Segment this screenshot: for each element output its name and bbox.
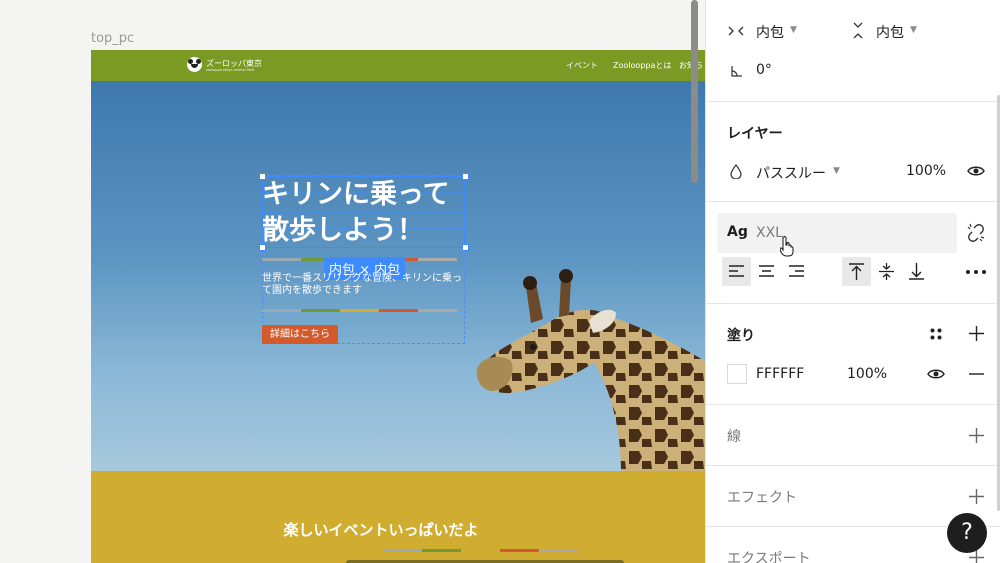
chevron-down-icon[interactable]: ▼ <box>910 25 917 35</box>
resize-handle-sw[interactable] <box>259 244 266 251</box>
align-right-icon <box>789 265 804 277</box>
add-stroke-icon[interactable] <box>969 428 984 443</box>
layer-opacity-input[interactable]: 100% <box>906 163 946 179</box>
resize-handle-nw[interactable] <box>259 173 266 180</box>
logo-subtitle: zooloppa tokyo animal field <box>206 68 255 72</box>
export-section-title[interactable]: エクスポート <box>727 548 811 563</box>
resize-handle-se[interactable] <box>462 244 469 251</box>
blend-mode-select[interactable]: パススルー <box>756 163 826 183</box>
design-frame[interactable]: ズーロッパ東京 zooloppa tokyo animal field イベント… <box>91 50 705 563</box>
site-header[interactable]: ズーロッパ東京 zooloppa tokyo animal field イベント… <box>91 50 705 81</box>
align-top-icon <box>849 263 864 280</box>
divider <box>706 404 1000 405</box>
chevron-down-icon[interactable]: ▼ <box>833 166 840 176</box>
height-hug-icon <box>853 22 863 39</box>
align-middle-icon <box>879 263 894 280</box>
hero-description[interactable]: 世界で一番スリリングな冒険、キリンに乗って園内を散歩できます <box>262 273 462 297</box>
canvas-scrollbar[interactable] <box>691 0 698 183</box>
rotation-icon <box>731 66 742 77</box>
align-left-icon <box>729 265 744 277</box>
chevron-down-icon[interactable]: ▼ <box>790 25 797 35</box>
events-section[interactable]: 楽しいイベントいっぱいだよ <box>91 471 705 563</box>
color-divider-bar <box>262 309 457 312</box>
align-center-icon <box>759 265 774 277</box>
text-style-name[interactable]: XXL <box>756 225 783 241</box>
width-mode-select[interactable]: 内包 <box>756 22 784 42</box>
divider <box>706 201 1000 202</box>
align-top-button[interactable] <box>842 257 871 286</box>
hand-cursor-icon <box>780 236 794 257</box>
resize-handle-ne[interactable] <box>462 173 469 180</box>
align-left-button[interactable] <box>722 257 751 286</box>
text-style-row[interactable]: Ag XXL <box>717 213 957 253</box>
fill-section-title: 塗り <box>727 328 755 344</box>
nav-item-about[interactable]: Zoolooppaとは <box>613 60 671 71</box>
text-selection-box[interactable] <box>262 176 465 248</box>
frame-label[interactable]: top_pc <box>91 31 134 46</box>
divider <box>706 101 1000 102</box>
align-bottom-icon <box>909 263 924 280</box>
align-middle-button[interactable] <box>872 257 901 286</box>
fill-color-swatch[interactable] <box>727 364 747 384</box>
more-options-icon[interactable] <box>966 270 986 274</box>
remove-fill-icon[interactable] <box>969 373 984 375</box>
eye-icon[interactable] <box>967 165 985 177</box>
stroke-section-title[interactable]: 線 <box>727 426 741 446</box>
events-section-title[interactable]: 楽しいイベントいっぱいだよ <box>91 519 671 540</box>
app-root: top_pc ズーロッパ東京 zooloppa tokyo animal fie… <box>0 0 1000 563</box>
help-button[interactable]: ? <box>947 513 987 553</box>
add-fill-icon[interactable] <box>969 326 984 341</box>
panda-logo-icon[interactable] <box>187 57 202 72</box>
details-button[interactable]: 詳細はこちら <box>262 325 338 344</box>
nav-item-event[interactable]: イベント <box>566 60 598 71</box>
height-mode-select[interactable]: 内包 <box>876 22 904 42</box>
text-style-ag: Ag <box>727 224 748 240</box>
fill-opacity-input[interactable]: 100% <box>847 366 887 382</box>
align-center-button[interactable] <box>752 257 781 286</box>
giraffe-image[interactable] <box>471 251 705 471</box>
hero-section[interactable]: キリンに乗って 散歩しよう！ 内包 × 内包 世界で一番スリリングな冒険、キリン… <box>91 81 705 471</box>
detach-style-icon[interactable] <box>966 223 986 243</box>
width-hug-icon <box>728 26 744 36</box>
effect-section-title[interactable]: エフェクト <box>727 487 797 507</box>
align-right-button[interactable] <box>782 257 811 286</box>
divider <box>706 465 1000 466</box>
blend-drop-icon <box>730 164 742 179</box>
rotation-input[interactable]: 0° <box>756 62 772 78</box>
properties-panel: 内包 ▼ 内包 ▼ 0° レイヤー パススルー ▼ 100% Ag XXL 塗り… <box>705 0 1000 563</box>
add-effect-icon[interactable] <box>969 489 984 504</box>
style-grid-icon[interactable] <box>930 328 942 340</box>
eye-icon[interactable] <box>927 368 945 380</box>
divider <box>706 303 1000 304</box>
layer-section-title: レイヤー <box>727 126 783 142</box>
fill-hex-input[interactable]: FFFFFF <box>756 366 804 382</box>
align-bottom-button[interactable] <box>902 257 931 286</box>
color-divider-bar <box>383 549 578 552</box>
